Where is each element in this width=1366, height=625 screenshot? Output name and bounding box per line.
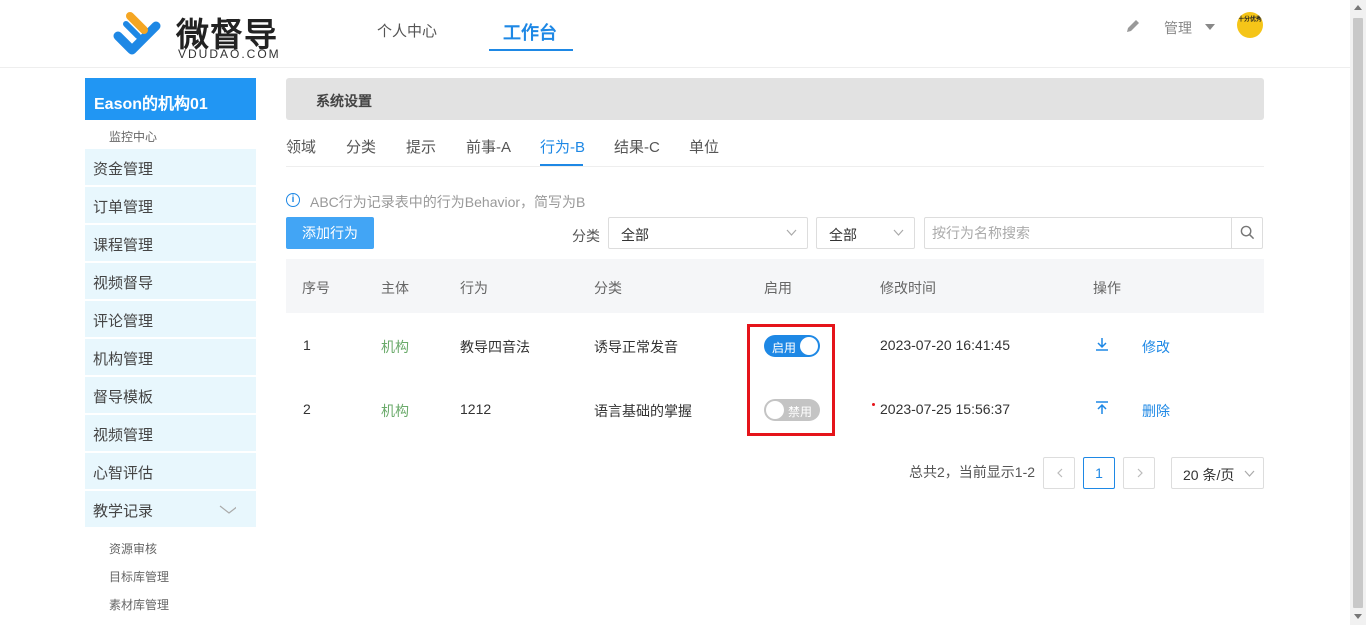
chevron-down-icon	[1244, 470, 1255, 477]
sidebar-item-templates[interactable]: 督导模板	[85, 377, 256, 413]
nav-active-underline	[489, 49, 573, 51]
sidebar-item-finance[interactable]: 资金管理	[85, 149, 256, 185]
row-2-modified: 2023-07-25 15:56:37	[880, 401, 1010, 417]
sidebar-item-courses[interactable]: 课程管理	[85, 225, 256, 261]
row-1-modified: 2023-07-20 16:41:45	[880, 337, 1010, 353]
sidebar-item-comments[interactable]: 评论管理	[85, 301, 256, 337]
search-button[interactable]	[1231, 218, 1262, 248]
nav-workbench[interactable]: 工作台	[503, 19, 557, 45]
status-select-value: 全部	[829, 227, 857, 243]
chevron-down-icon	[893, 229, 904, 236]
nav-personal-center[interactable]: 个人中心	[377, 20, 437, 41]
page-scrollbar[interactable]	[1350, 0, 1366, 625]
row-2-category: 语言基础的掌握	[594, 403, 692, 419]
row-1-subject: 机构	[381, 339, 409, 355]
scroll-down-arrow-icon[interactable]	[1354, 614, 1362, 619]
pencil-icon[interactable]	[1125, 18, 1141, 34]
top-header: 微督导 VDUDAO.COM 个人中心 工作台 管理 十分优秀	[0, 0, 1350, 68]
column-header-index: 序号	[302, 280, 330, 296]
sidebar-item-teaching-records[interactable]: 教学记录	[85, 491, 256, 527]
column-header-subject: 主体	[381, 280, 409, 296]
status-select[interactable]: 全部	[816, 217, 915, 249]
chevron-left-icon	[1057, 468, 1063, 478]
chevron-right-icon	[1137, 468, 1143, 478]
section-title: 系统设置	[286, 78, 1264, 120]
sidebar-sub-resource-review[interactable]: 资源审核	[109, 540, 157, 557]
tab-domain[interactable]: 领域	[286, 136, 316, 157]
row-1-index: 1	[303, 337, 311, 353]
logo-domain: VDUDAO.COM	[178, 47, 281, 61]
row-2-subject: 机构	[381, 403, 409, 419]
highlight-box	[747, 324, 835, 436]
sidebar-item-orders[interactable]: 订单管理	[85, 187, 256, 223]
manage-menu-label[interactable]: 管理	[1164, 18, 1192, 38]
upload-icon[interactable]	[1095, 401, 1109, 415]
tab-behavior[interactable]: 行为-B	[540, 136, 585, 157]
category-select-value: 全部	[621, 227, 649, 243]
column-header-actions: 操作	[1093, 280, 1121, 296]
page-size-select[interactable]: 20 条/页	[1171, 457, 1264, 489]
org-name[interactable]: Eason的机构01	[85, 78, 256, 120]
sidebar-item-video-management[interactable]: 视频管理	[85, 415, 256, 451]
chevron-down-icon[interactable]	[1205, 24, 1215, 30]
sidebar-sub-material-library[interactable]: 素材库管理	[109, 596, 169, 613]
page-size-value: 20 条/页	[1183, 467, 1235, 483]
sidebar-item-label: 教学记录	[93, 503, 154, 520]
column-header-category: 分类	[594, 280, 622, 296]
sidebar-item-video-supervision[interactable]: 视频督导	[85, 263, 256, 299]
tab-prompt[interactable]: 提示	[406, 136, 436, 157]
search-icon	[1240, 225, 1255, 240]
row-1-category: 诱导正常发音	[594, 339, 678, 355]
row-2-delete-link[interactable]: 删除	[1142, 401, 1170, 421]
filter-label: 分类	[572, 228, 600, 244]
sidebar-item-mental-assessment[interactable]: 心智评估	[85, 453, 256, 489]
row-2-behavior: 1212	[460, 401, 492, 417]
sidebar-sub-target-library[interactable]: 目标库管理	[109, 568, 169, 585]
tab-unit[interactable]: 单位	[689, 136, 719, 157]
avatar-text: 十分优秀	[1237, 17, 1262, 23]
search-box	[924, 217, 1263, 249]
row-1-behavior: 教导四音法	[460, 339, 530, 355]
scroll-thumb[interactable]	[1353, 18, 1363, 608]
pagination-summary: 总共2，当前显示1-2	[909, 464, 1036, 480]
sidebar-monitor-center[interactable]: 监控中心	[109, 128, 157, 145]
scroll-up-arrow-icon[interactable]	[1354, 5, 1362, 10]
next-page-button[interactable]	[1123, 457, 1155, 489]
info-text: ABC行为记录表中的行为Behavior，简写为B	[310, 194, 586, 210]
chevron-down-icon	[786, 229, 797, 236]
avatar[interactable]: 十分优秀	[1237, 12, 1263, 38]
tab-category[interactable]: 分类	[346, 136, 376, 157]
category-select[interactable]: 全部	[608, 217, 808, 249]
chevron-down-icon[interactable]	[216, 502, 236, 516]
row-1-edit-link[interactable]: 修改	[1142, 337, 1170, 357]
logo-icon	[113, 12, 161, 55]
add-behavior-button[interactable]: 添加行为	[286, 217, 374, 249]
tab-consequence[interactable]: 结果-C	[614, 136, 660, 157]
row-2-index: 2	[303, 401, 311, 417]
tab-divider	[286, 166, 1264, 167]
search-input[interactable]	[925, 218, 1231, 248]
download-icon[interactable]	[1095, 337, 1109, 351]
tab-antecedent[interactable]: 前事-A	[466, 136, 511, 157]
change-marker-dot	[872, 403, 875, 406]
column-header-behavior: 行为	[460, 280, 488, 296]
info-icon: i	[286, 193, 300, 207]
sidebar-item-institutions[interactable]: 机构管理	[85, 339, 256, 375]
column-header-modified: 修改时间	[880, 280, 936, 296]
prev-page-button[interactable]	[1043, 457, 1075, 489]
column-header-enabled: 启用	[764, 280, 792, 296]
page-button-current[interactable]: 1	[1083, 457, 1115, 489]
